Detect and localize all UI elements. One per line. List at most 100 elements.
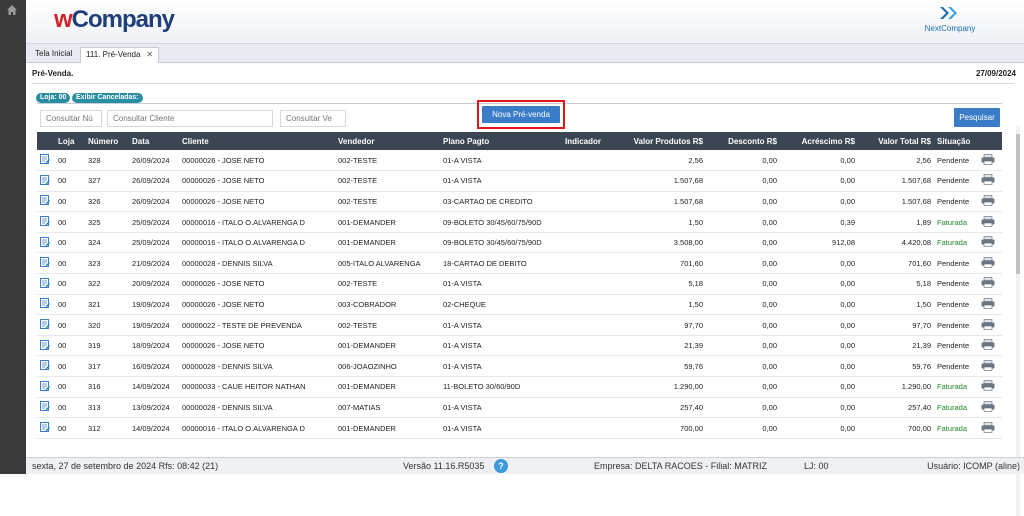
loja-filter-badge[interactable]: Loja: 00 [36, 93, 71, 103]
table-cell: 14/09/2024 [129, 417, 179, 439]
print-icon[interactable] [978, 150, 1002, 172]
table-cell: 00000026 - JOSE NETO [179, 294, 335, 316]
column-header[interactable]: Situação [934, 132, 978, 150]
table-cell: 5,18 [614, 273, 706, 295]
print-icon[interactable] [978, 376, 1002, 398]
print-icon[interactable] [978, 273, 1002, 295]
help-icon[interactable]: ? [494, 459, 508, 473]
table-cell: Pendente [934, 294, 978, 316]
edit-icon[interactable] [37, 273, 55, 295]
column-header[interactable]: Número [85, 132, 129, 150]
table-cell: 322 [85, 273, 129, 295]
edit-icon[interactable] [37, 170, 55, 192]
column-header[interactable] [978, 132, 1002, 150]
column-header[interactable]: Vendedor [335, 132, 440, 150]
table-cell [562, 252, 614, 275]
table-cell: 325 [85, 211, 129, 233]
print-icon[interactable] [978, 211, 1002, 233]
page-title: Pré-Venda. [32, 69, 74, 78]
column-header[interactable]: Acréscimo R$ [780, 132, 858, 150]
table-cell: Pendente [934, 150, 978, 172]
column-header[interactable]: Data [129, 132, 179, 150]
page-date: 27/09/2024 [975, 69, 1016, 78]
table-cell: 25/09/2024 [129, 211, 179, 233]
print-icon[interactable] [978, 397, 1002, 419]
print-icon[interactable] [978, 355, 1002, 378]
column-header[interactable]: Cliente [179, 132, 335, 150]
exibir-canceladas-badge[interactable]: Exibir Canceladas: [72, 93, 143, 103]
table-cell: 328 [85, 150, 129, 172]
table-cell: 0,00 [780, 150, 858, 172]
table-row[interactable]: 00 324 25/09/2024 00000016 - ITALO O.ALVARE… [37, 232, 1002, 254]
nova-pre-venda-button[interactable]: Nova Pré-venda [482, 106, 560, 123]
print-icon[interactable] [978, 417, 1002, 439]
tab-tela-inicial[interactable]: Tela Inicial [30, 47, 77, 63]
home-icon[interactable] [6, 4, 18, 16]
table-cell [562, 355, 614, 378]
table-cell: 701,60 [858, 252, 934, 275]
column-header[interactable]: Loja [55, 132, 85, 150]
table-cell: 002-TESTE [335, 273, 440, 295]
edit-icon[interactable] [37, 314, 55, 336]
column-header[interactable]: Indicador [562, 132, 614, 150]
edit-icon[interactable] [37, 191, 55, 213]
table-row[interactable]: 00 320 19/09/2024 00000022 - TESTE DE PREVE… [37, 314, 1002, 336]
print-icon[interactable] [978, 314, 1002, 336]
company-logo: wCompany [54, 6, 175, 33]
table-cell: 257,40 [614, 397, 706, 419]
table-row[interactable]: 00 319 18/09/2024 00000026 - JOSE NETO 001-D… [37, 335, 1002, 357]
table-row[interactable]: 00 325 25/09/2024 00000016 - ITALO O.ALVARE… [37, 211, 1002, 233]
table-row[interactable]: 00 321 19/09/2024 00000026 - JOSE NETO 003-C… [37, 294, 1002, 316]
edit-icon[interactable] [37, 294, 55, 316]
edit-icon[interactable] [37, 252, 55, 275]
numero-search-input[interactable] [40, 110, 102, 127]
table-row[interactable]: 00 316 14/09/2024 00000033 - CAUE HEITOR NA… [37, 376, 1002, 398]
edit-icon[interactable] [37, 355, 55, 378]
edit-icon[interactable] [37, 376, 55, 398]
print-icon[interactable] [978, 191, 1002, 213]
scrollbar-thumb[interactable] [1016, 134, 1020, 274]
table-cell: Pendente [934, 191, 978, 213]
table-row[interactable]: 00 326 26/09/2024 00000026 - JOSE NETO 002-T… [37, 191, 1002, 213]
print-icon[interactable] [978, 252, 1002, 275]
cliente-search-input[interactable] [107, 110, 273, 127]
column-header[interactable]: Valor Produtos R$ [614, 132, 706, 150]
column-header[interactable]: Plano Pagto [440, 132, 562, 150]
table-cell: 09-BOLETO 30/45/60/75/90D [440, 211, 562, 233]
table-cell: 002-TESTE [335, 191, 440, 213]
table-cell: 1.507,68 [858, 170, 934, 192]
print-icon[interactable] [978, 232, 1002, 254]
close-tab-icon[interactable]: ✕ [146, 50, 153, 59]
column-header[interactable]: Desconto R$ [706, 132, 780, 150]
table-row[interactable]: 00 323 21/09/2024 00000028 - DENNIS SILVA 00… [37, 252, 1002, 275]
column-header[interactable] [37, 132, 55, 150]
table-row[interactable]: 00 317 16/09/2024 00000028 - DENNIS SILVA 00… [37, 355, 1002, 378]
table-row[interactable]: 00 322 20/09/2024 00000026 - JOSE NETO 002-T… [37, 273, 1002, 295]
table-cell: 001-DEMANDER [335, 232, 440, 254]
edit-icon[interactable] [37, 417, 55, 439]
table-cell: Pendente [934, 252, 978, 275]
edit-icon[interactable] [37, 397, 55, 419]
print-icon[interactable] [978, 294, 1002, 316]
tab-pre-venda[interactable]: 111. Pré-Venda ✕ [80, 47, 160, 63]
pesquisar-button[interactable]: Pesquisar [954, 108, 1000, 127]
table-row[interactable]: 00 313 13/09/2024 00000028 - DENNIS SILVA 00… [37, 397, 1002, 419]
table-row[interactable]: 00 327 26/09/2024 00000026 - JOSE NETO 002-T… [37, 170, 1002, 192]
print-icon[interactable] [978, 335, 1002, 357]
vendedor-search-input[interactable] [280, 110, 346, 127]
table-cell: 14/09/2024 [129, 376, 179, 398]
edit-icon[interactable] [37, 232, 55, 254]
edit-icon[interactable] [37, 335, 55, 357]
edit-icon[interactable] [37, 150, 55, 172]
table-cell: 00 [55, 335, 85, 357]
table-row[interactable]: 00 312 14/09/2024 00000016 - ITALO O.ALVARE… [37, 417, 1002, 439]
print-icon[interactable] [978, 170, 1002, 192]
column-header[interactable]: Valor Total R$ [858, 132, 934, 150]
table-cell: Faturada [934, 417, 978, 439]
table-cell [562, 397, 614, 419]
table-cell [562, 170, 614, 192]
table-cell: 0,00 [780, 417, 858, 439]
table-cell: 007-MATIAS [335, 397, 440, 419]
table-row[interactable]: 00 328 26/09/2024 00000026 - JOSE NETO 002-T… [37, 150, 1002, 172]
edit-icon[interactable] [37, 211, 55, 233]
